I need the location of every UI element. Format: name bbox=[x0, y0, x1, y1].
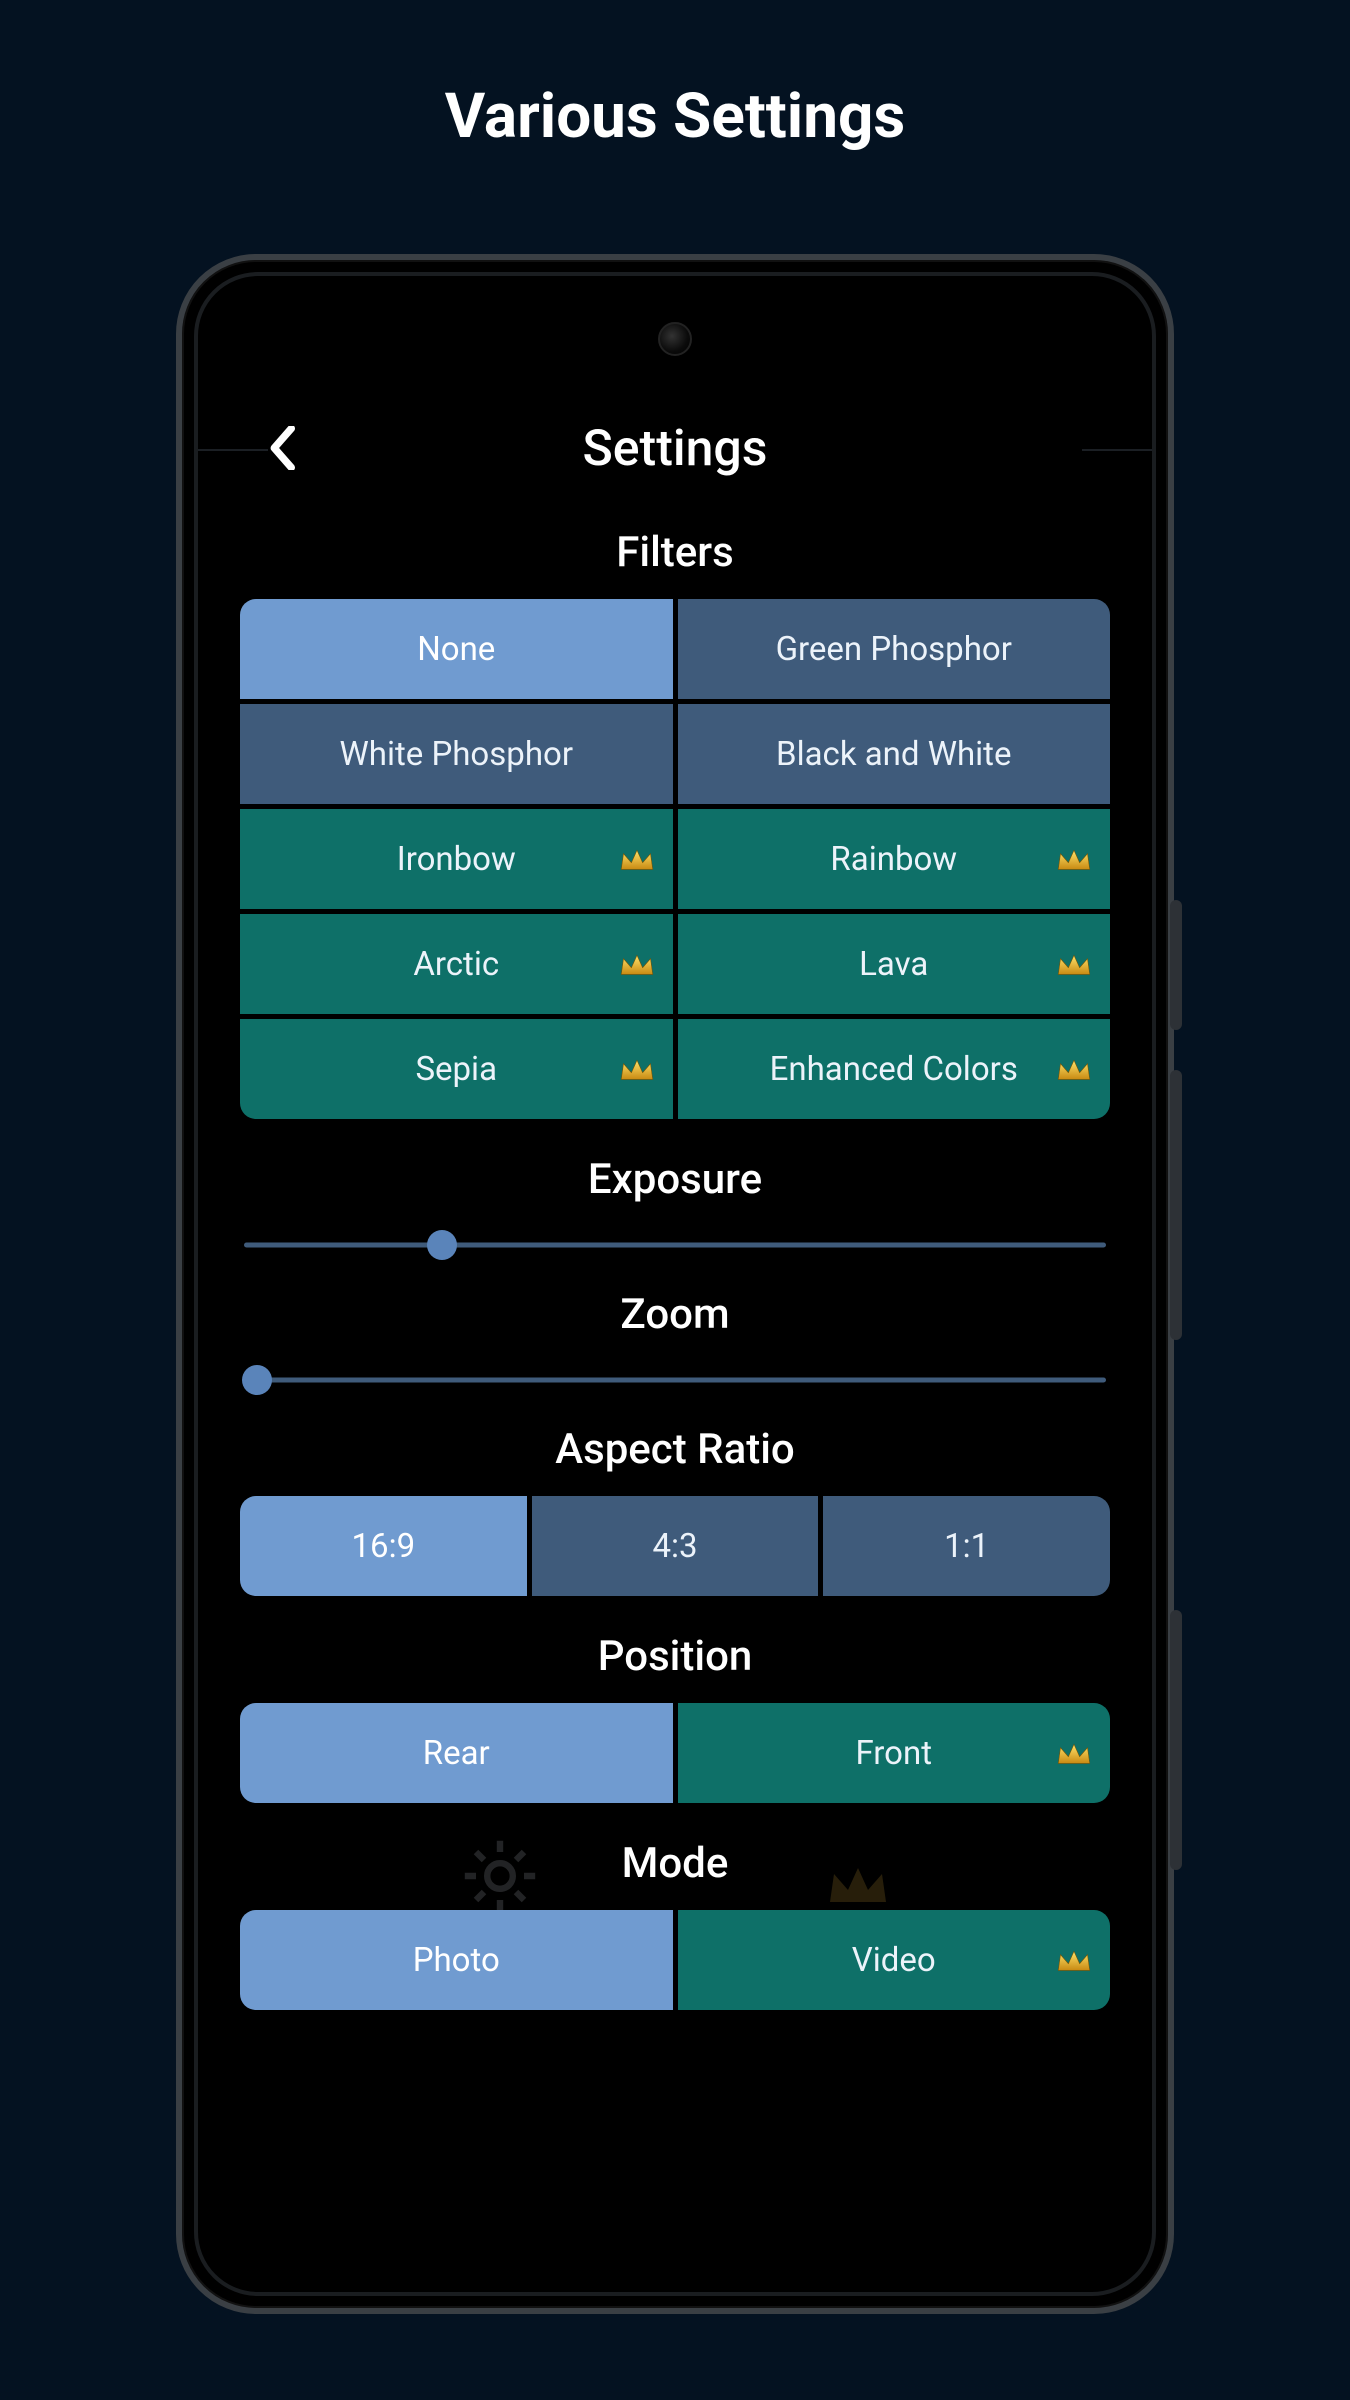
filter-option[interactable]: Rainbow bbox=[678, 809, 1111, 909]
aspect-ratio-option[interactable]: 4:3 bbox=[532, 1496, 819, 1596]
crown-icon bbox=[619, 949, 655, 977]
filter-option[interactable]: Green Phosphor bbox=[678, 599, 1111, 699]
filter-option-label: White Phosphor bbox=[339, 735, 573, 774]
filter-option-label: Black and White bbox=[776, 735, 1011, 774]
filter-option[interactable]: None bbox=[240, 599, 673, 699]
phone-side-button bbox=[1170, 1070, 1182, 1340]
crown-icon bbox=[1056, 1054, 1092, 1082]
filter-option[interactable]: Ironbow bbox=[240, 809, 673, 909]
aspect-ratio-option[interactable]: 16:9 bbox=[240, 1496, 527, 1596]
aspect-ratio-option[interactable]: 1:1 bbox=[823, 1496, 1110, 1596]
position-grid: Rear Front bbox=[240, 1703, 1110, 1803]
section-title-filters: Filters bbox=[240, 528, 1110, 577]
aspect-ratio-option-label: 1:1 bbox=[944, 1527, 989, 1566]
position-option[interactable]: Rear bbox=[240, 1703, 673, 1803]
slider-thumb[interactable] bbox=[427, 1230, 457, 1260]
section-title-mode: Mode bbox=[240, 1839, 1110, 1888]
crown-icon bbox=[1056, 1738, 1092, 1766]
filter-option[interactable]: Arctic bbox=[240, 914, 673, 1014]
crown-icon bbox=[1056, 1945, 1092, 1973]
filter-option-label: Arctic bbox=[413, 945, 499, 984]
filter-option[interactable]: Sepia bbox=[240, 1019, 673, 1119]
screen-title: Settings bbox=[240, 420, 1110, 478]
mode-option[interactable]: Video bbox=[678, 1910, 1111, 2010]
section-title-position: Position bbox=[240, 1632, 1110, 1681]
phone-side-button bbox=[1170, 900, 1182, 1030]
position-option[interactable]: Front bbox=[678, 1703, 1111, 1803]
mode-section: Mode Photo Video bbox=[240, 1839, 1110, 2010]
back-button[interactable] bbox=[254, 418, 314, 478]
slider-thumb[interactable] bbox=[242, 1365, 272, 1395]
zoom-slider[interactable] bbox=[244, 1365, 1106, 1395]
filter-option-label: Sepia bbox=[415, 1050, 497, 1089]
filters-grid: None Green Phosphor White Phosphor Black an… bbox=[240, 599, 1110, 1119]
phone-frame: Settings Filters None Green Phosphor White… bbox=[176, 254, 1174, 2314]
filter-option-label: Ironbow bbox=[397, 840, 516, 879]
filter-option[interactable]: Enhanced Colors bbox=[678, 1019, 1111, 1119]
filter-option-label: Lava bbox=[859, 945, 928, 984]
filter-option[interactable]: Black and White bbox=[678, 704, 1111, 804]
crown-icon bbox=[826, 1862, 890, 1914]
position-option-label: Rear bbox=[423, 1734, 490, 1773]
section-title-zoom: Zoom bbox=[240, 1290, 1110, 1339]
filter-option-label: Enhanced Colors bbox=[770, 1050, 1018, 1089]
filter-option-label: Rainbow bbox=[830, 840, 957, 879]
page-title: Various Settings bbox=[0, 0, 1350, 153]
slider-track bbox=[244, 1378, 1106, 1383]
crown-icon bbox=[619, 844, 655, 872]
exposure-slider[interactable] bbox=[244, 1230, 1106, 1260]
slider-track bbox=[244, 1243, 1106, 1248]
filter-option[interactable]: White Phosphor bbox=[240, 704, 673, 804]
phone-side-button bbox=[1170, 1610, 1182, 1870]
chevron-left-icon bbox=[269, 426, 299, 470]
aspect-ratio-grid: 16:9 4:3 1:1 bbox=[240, 1496, 1110, 1596]
filter-option[interactable]: Lava bbox=[678, 914, 1111, 1014]
aspect-ratio-option-label: 4:3 bbox=[652, 1527, 697, 1566]
filter-option-label: None bbox=[417, 630, 495, 669]
gear-icon bbox=[460, 1836, 540, 1920]
header: Settings bbox=[240, 396, 1110, 492]
filter-option-label: Green Phosphor bbox=[776, 630, 1012, 669]
section-title-aspect-ratio: Aspect Ratio bbox=[240, 1425, 1110, 1474]
aspect-ratio-option-label: 16:9 bbox=[352, 1527, 416, 1566]
mode-option-label: Video bbox=[852, 1941, 936, 1980]
mode-grid: Photo Video bbox=[240, 1910, 1110, 2010]
position-option-label: Front bbox=[855, 1734, 932, 1773]
app-screen: Settings Filters None Green Phosphor White… bbox=[198, 276, 1152, 2292]
crown-icon bbox=[1056, 844, 1092, 872]
mode-option[interactable]: Photo bbox=[240, 1910, 673, 2010]
section-title-exposure: Exposure bbox=[240, 1155, 1110, 1204]
mode-option-label: Photo bbox=[413, 1941, 500, 1980]
crown-icon bbox=[1056, 949, 1092, 977]
crown-icon bbox=[619, 1054, 655, 1082]
phone-bezel: Settings Filters None Green Phosphor White… bbox=[194, 272, 1156, 2296]
